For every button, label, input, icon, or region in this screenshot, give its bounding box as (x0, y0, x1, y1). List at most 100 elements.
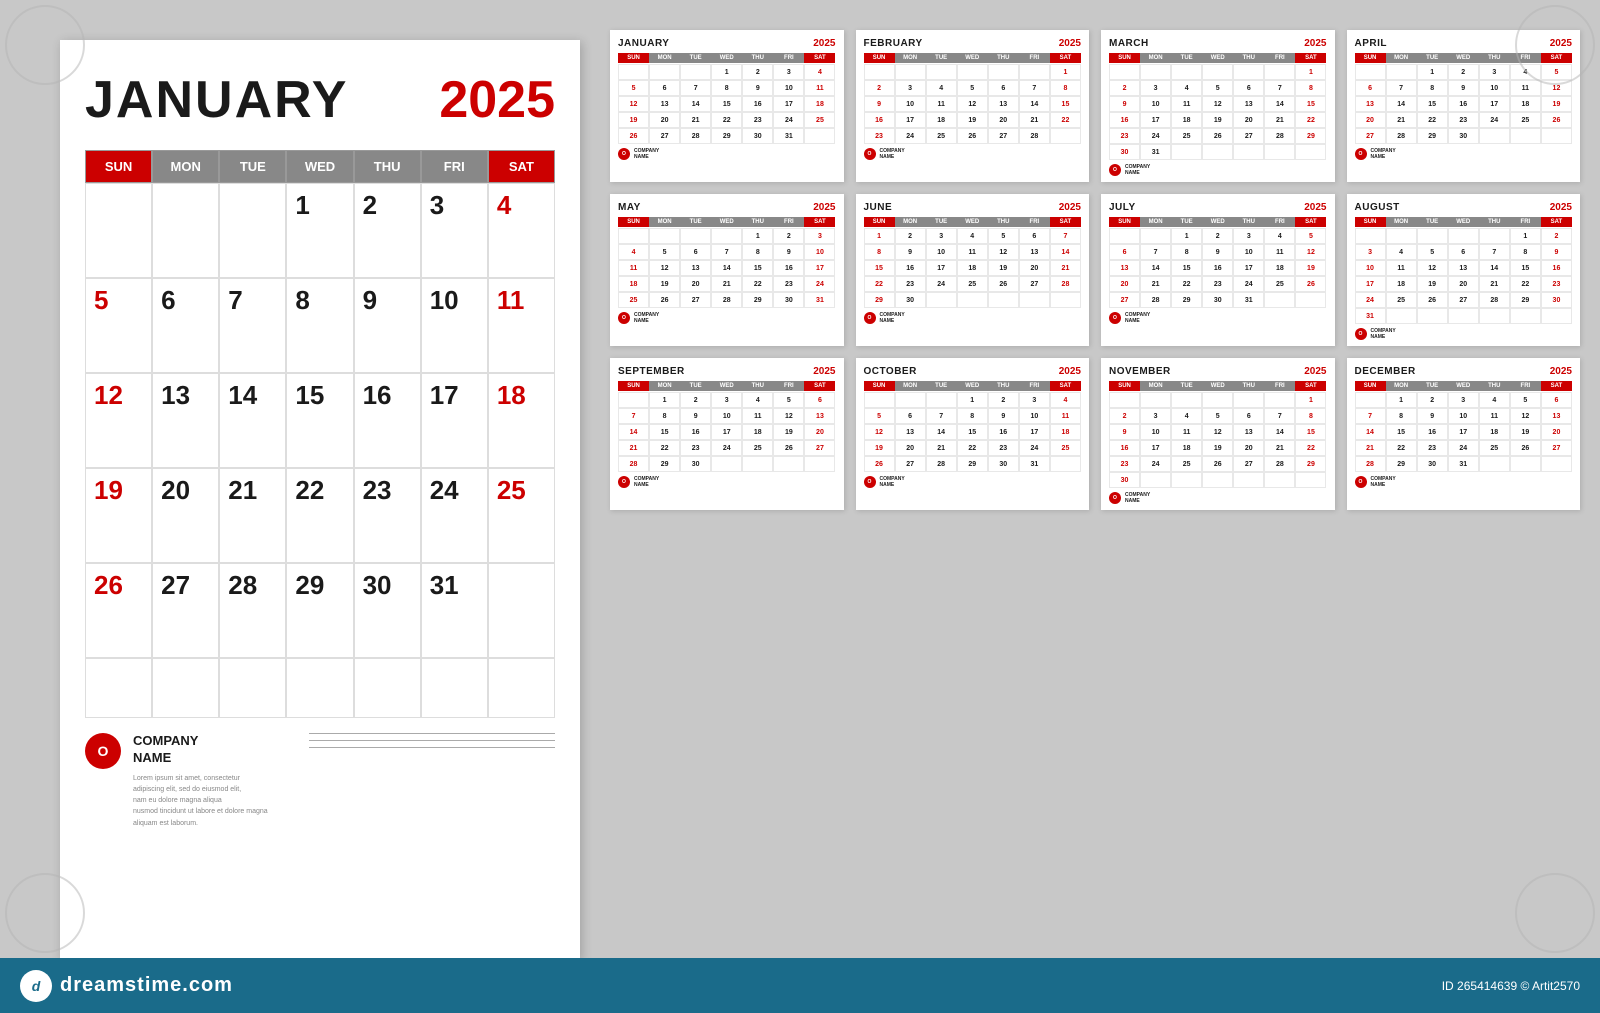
sc-cell (1233, 144, 1264, 160)
header-sat: SAT (488, 150, 555, 183)
sc-cell: 9 (895, 244, 926, 260)
sc-cell: 11 (618, 260, 649, 276)
sc-cell: 2 (1202, 228, 1233, 244)
sc-cell: 6 (649, 80, 680, 96)
sc-cell: 31 (804, 292, 835, 308)
sc-cell: 23 (680, 440, 711, 456)
sc-day-header: WED (957, 381, 988, 391)
sc-day-header: FRI (1264, 53, 1295, 63)
sc-day-header: WED (1202, 53, 1233, 63)
sc-cell: 10 (1140, 424, 1171, 440)
sc-cell (1050, 128, 1081, 144)
sc-days-header: SUNMONTUEWEDTHUFRISAT (1109, 217, 1327, 227)
sc-logo: O (618, 476, 630, 488)
sc-cell: 27 (1355, 128, 1386, 144)
sc-day-header: SUN (1355, 53, 1386, 63)
sc-cell: 22 (649, 440, 680, 456)
main-cell: 4 (488, 183, 555, 278)
sc-cell: 8 (1386, 408, 1417, 424)
sc-cell: 11 (957, 244, 988, 260)
sc-cell (957, 64, 988, 80)
sc-cell: 28 (1386, 128, 1417, 144)
main-cell (286, 658, 353, 718)
sc-grid: 1234567891011121314151617181920212223242… (1355, 392, 1573, 472)
dreamstime-icon: d (20, 970, 52, 1002)
sc-cell: 27 (1233, 128, 1264, 144)
sc-cell: 19 (1510, 424, 1541, 440)
main-cell: 29 (286, 563, 353, 658)
sc-cell: 21 (1264, 440, 1295, 456)
sc-cell: 11 (1050, 408, 1081, 424)
sc-cell (1417, 228, 1448, 244)
sc-day-header: MON (649, 217, 680, 227)
sc-footer: OCOMPANYNAME (1109, 492, 1327, 504)
sc-cell (618, 392, 649, 408)
sc-cell: 5 (1510, 392, 1541, 408)
sc-month: FEBRUARY (864, 38, 923, 49)
sc-cell: 14 (1050, 244, 1081, 260)
sc-year: 2025 (1059, 202, 1081, 213)
sc-cell: 14 (926, 424, 957, 440)
sc-cell: 30 (742, 128, 773, 144)
main-cell (219, 658, 286, 718)
sc-header: MAY2025 (618, 202, 836, 213)
sc-cell (618, 64, 649, 80)
sc-cell: 23 (1541, 276, 1572, 292)
sc-cell: 2 (680, 392, 711, 408)
sc-cell: 14 (618, 424, 649, 440)
sc-cell: 24 (1479, 112, 1510, 128)
main-cell: 2 (354, 183, 421, 278)
header-thu: THU (354, 150, 421, 183)
sc-cell: 1 (1171, 228, 1202, 244)
sc-cell: 2 (742, 64, 773, 80)
sc-day-header: THU (1479, 217, 1510, 227)
sc-day-header: SAT (1541, 53, 1572, 63)
dreamstime-bar: d dreamstime.com ID 265414639 © Artit257… (0, 958, 1600, 1013)
sc-logo: O (1109, 164, 1121, 176)
sc-cell: 18 (1510, 96, 1541, 112)
sc-cell: 30 (1541, 292, 1572, 308)
sc-cell: 3 (1479, 64, 1510, 80)
sc-cell (1202, 144, 1233, 160)
sc-cell: 6 (1109, 244, 1140, 260)
main-cell: 18 (488, 373, 555, 468)
sc-footer: OCOMPANYNAME (1355, 148, 1573, 160)
sc-cell: 9 (1109, 424, 1140, 440)
sc-cell: 18 (1050, 424, 1081, 440)
sc-footer: OCOMPANYNAME (864, 148, 1082, 160)
sc-cell: 25 (804, 112, 835, 128)
sc-logo: O (1109, 312, 1121, 324)
sc-cell (1295, 472, 1326, 488)
sc-cell (1448, 308, 1479, 324)
sc-header: JANUARY2025 (618, 38, 836, 49)
sc-days-header: SUNMONTUEWEDTHUFRISAT (1355, 217, 1573, 227)
main-cell: 23 (354, 468, 421, 563)
sc-day-header: SAT (1541, 217, 1572, 227)
sc-cell: 30 (680, 456, 711, 472)
sc-cell: 25 (742, 440, 773, 456)
sc-company: COMPANYNAME (634, 476, 659, 488)
main-cell: 15 (286, 373, 353, 468)
sc-cell: 12 (957, 96, 988, 112)
sc-cell: 10 (895, 96, 926, 112)
sc-cell (957, 292, 988, 308)
sc-cell: 8 (1510, 244, 1541, 260)
sc-cell: 12 (988, 244, 1019, 260)
sc-cell: 28 (680, 128, 711, 144)
sc-day-header: SAT (1050, 53, 1081, 63)
watermark-br (1515, 873, 1595, 953)
main-cell: 13 (152, 373, 219, 468)
sc-cell: 21 (1386, 112, 1417, 128)
sc-cell: 16 (1541, 260, 1572, 276)
sc-day-header: FRI (773, 217, 804, 227)
sc-day-header: WED (1202, 217, 1233, 227)
small-calendar-august: AUGUST2025SUNMONTUEWEDTHUFRISAT123456789… (1347, 194, 1581, 346)
sc-day-header: FRI (1019, 217, 1050, 227)
sc-cell: 20 (1109, 276, 1140, 292)
sc-cell: 14 (711, 260, 742, 276)
sc-cell: 5 (1541, 64, 1572, 80)
sc-cell: 28 (1019, 128, 1050, 144)
sc-cell: 29 (742, 292, 773, 308)
sc-cell: 5 (864, 408, 895, 424)
sc-cell: 14 (1264, 424, 1295, 440)
